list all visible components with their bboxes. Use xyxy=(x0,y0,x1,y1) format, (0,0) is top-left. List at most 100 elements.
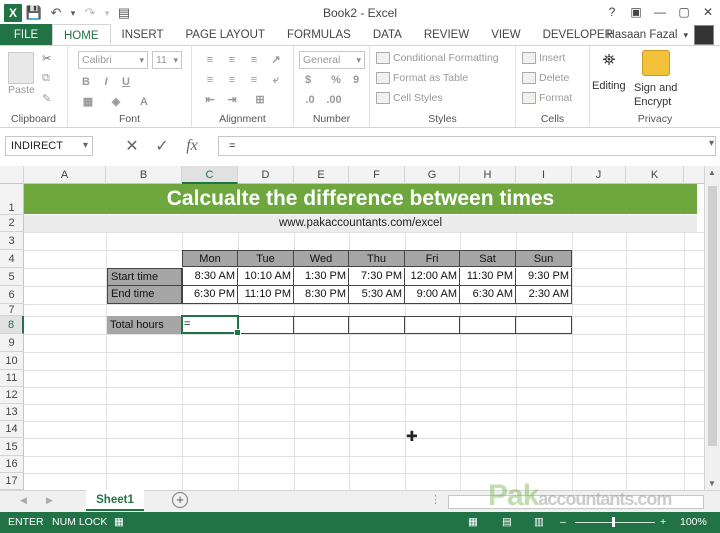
font-size-combo[interactable]: 11 xyxy=(152,51,182,69)
start-time-sat[interactable]: 11:30 PM xyxy=(460,268,516,286)
fill-color-icon[interactable]: ◈ xyxy=(108,94,124,110)
row-header-1[interactable]: 1 xyxy=(0,184,24,215)
bottom-align-icon[interactable]: ≡ xyxy=(246,52,262,68)
bold-button[interactable]: B xyxy=(78,74,94,90)
insert-button[interactable]: Insert xyxy=(522,52,565,64)
increase-decimal-icon[interactable]: .0 xyxy=(302,92,318,108)
tab-file[interactable]: FILE xyxy=(0,24,52,46)
day-header-fri[interactable]: Fri xyxy=(405,250,460,267)
format-as-table-button[interactable]: Format as Table xyxy=(376,72,468,84)
number-format-combo[interactable]: General xyxy=(299,51,365,69)
conditional-formatting-button[interactable]: Conditional Formatting xyxy=(376,52,499,64)
minimize-button[interactable]: — xyxy=(648,2,672,22)
end-time-fri[interactable]: 9:00 AM xyxy=(405,286,460,304)
end-time-thu[interactable]: 5:30 AM xyxy=(349,286,405,304)
total-hours-wed[interactable] xyxy=(294,316,349,334)
user-account[interactable]: Hasaan Fazal ▾ xyxy=(607,24,714,46)
row-header-8[interactable]: 8 xyxy=(0,316,24,334)
row-header-17[interactable]: 17 xyxy=(0,473,24,490)
sign-and-label[interactable]: Sign and xyxy=(634,82,677,94)
zoom-in-icon[interactable]: + xyxy=(660,516,666,528)
column-header-d[interactable]: D xyxy=(238,166,294,184)
middle-align-icon[interactable]: ≡ xyxy=(224,52,240,68)
end-time-tue[interactable]: 11:10 PM xyxy=(238,286,294,304)
row-header-14[interactable]: 14 xyxy=(0,421,24,438)
formula-input[interactable]: = xyxy=(218,136,716,156)
page-layout-view-icon[interactable]: ▤ xyxy=(502,516,512,528)
decrease-decimal-icon[interactable]: .00 xyxy=(326,92,342,108)
tab-home[interactable]: HOME xyxy=(52,24,111,46)
website-cell[interactable]: www.pakaccountants.com/excel xyxy=(24,215,697,232)
row-header-3[interactable]: 3 xyxy=(0,232,24,250)
scroll-up-icon[interactable]: ▲ xyxy=(708,168,716,177)
column-header-e[interactable]: E xyxy=(294,166,349,184)
total-hours-sun[interactable] xyxy=(516,316,572,334)
normal-view-icon[interactable]: ▦ xyxy=(468,516,478,528)
currency-button[interactable]: $ xyxy=(300,72,316,88)
decrease-indent-icon[interactable]: ⇤ xyxy=(202,92,218,108)
tab-view[interactable]: VIEW xyxy=(480,24,531,46)
cut-icon[interactable]: ✂ xyxy=(42,52,51,65)
column-header-i[interactable]: I xyxy=(516,166,572,184)
column-header-f[interactable]: F xyxy=(349,166,405,184)
align-left-icon[interactable]: ≡ xyxy=(202,72,218,88)
macro-record-icon[interactable]: ▦ xyxy=(114,516,124,528)
start-time-tue[interactable]: 10:10 AM xyxy=(238,268,294,286)
comma-button[interactable]: 9 xyxy=(348,72,364,88)
end-time-sat[interactable]: 6:30 AM xyxy=(460,286,516,304)
new-sheet-icon[interactable]: + xyxy=(172,492,188,508)
increase-indent-icon[interactable]: ⇥ xyxy=(224,92,240,108)
total-hours-thu[interactable] xyxy=(349,316,405,334)
copy-icon[interactable]: ⧉ xyxy=(42,72,50,85)
zoom-out-icon[interactable]: – xyxy=(560,516,566,528)
row-header-5[interactable]: 5 xyxy=(0,268,24,286)
row-header-12[interactable]: 12 xyxy=(0,387,24,404)
wrap-text-icon[interactable]: ⤶ xyxy=(268,72,284,88)
row-header-11[interactable]: 11 xyxy=(0,370,24,387)
end-time-mon[interactable]: 6:30 PM xyxy=(182,286,238,304)
row-header-6[interactable]: 6 xyxy=(0,286,24,304)
row-header-15[interactable]: 15 xyxy=(0,438,24,456)
vertical-scrollbar[interactable]: ▲ ▼ xyxy=(704,166,720,490)
tab-formulas[interactable]: FORMULAS xyxy=(276,24,362,46)
font-color-icon[interactable]: A xyxy=(136,94,152,110)
start-time-fri[interactable]: 12:00 AM xyxy=(405,268,460,286)
enter-icon[interactable]: ✓ xyxy=(150,136,174,156)
end-time-sun[interactable]: 2:30 AM xyxy=(516,286,572,304)
day-header-sat[interactable]: Sat xyxy=(460,250,516,267)
scroll-down-icon[interactable]: ▼ xyxy=(708,479,716,488)
format-button[interactable]: Format xyxy=(522,92,572,104)
top-align-icon[interactable]: ≡ xyxy=(202,52,218,68)
day-header-tue[interactable]: Tue xyxy=(238,250,294,267)
row-header-13[interactable]: 13 xyxy=(0,404,24,421)
row-header-16[interactable]: 16 xyxy=(0,456,24,473)
worksheet-grid[interactable]: A B C D E F G H I J K 1 2 3 4 5 6 7 8 9 … xyxy=(0,166,704,490)
column-header-b[interactable]: B xyxy=(106,166,182,184)
row-header-4[interactable]: 4 xyxy=(0,250,24,268)
tab-insert[interactable]: INSERT xyxy=(111,24,175,46)
row-header-9[interactable]: 9 xyxy=(0,334,24,352)
cell-styles-button[interactable]: Cell Styles xyxy=(376,92,443,104)
close-button[interactable]: ✕ xyxy=(696,2,720,22)
row-header-7[interactable]: 7 xyxy=(0,304,24,316)
start-time-sun[interactable]: 9:30 PM xyxy=(516,268,572,286)
orientation-icon[interactable]: ↗ xyxy=(268,52,284,68)
page-break-view-icon[interactable]: ▥ xyxy=(534,516,544,528)
column-header-g[interactable]: G xyxy=(405,166,460,184)
select-all-corner[interactable] xyxy=(0,166,24,184)
tab-split-icon[interactable]: ⋮ xyxy=(430,493,441,506)
start-time-wed[interactable]: 1:30 PM xyxy=(294,268,349,286)
active-cell-c8[interactable]: = xyxy=(181,315,241,336)
sign-encrypt-icon[interactable] xyxy=(642,50,670,76)
paste-icon[interactable] xyxy=(8,52,34,84)
total-hours-sat[interactable] xyxy=(460,316,516,334)
prev-sheet-icon[interactable]: ◀ xyxy=(20,495,27,506)
percent-button[interactable]: % xyxy=(328,72,344,88)
help-button[interactable]: ? xyxy=(600,2,624,22)
borders-icon[interactable]: ▦ xyxy=(80,94,96,110)
tab-page-layout[interactable]: PAGE LAYOUT xyxy=(174,24,275,46)
next-sheet-icon[interactable]: ▶ xyxy=(46,495,53,506)
column-header-j[interactable]: J xyxy=(572,166,626,184)
name-box[interactable]: INDIRECT xyxy=(5,136,93,156)
cancel-icon[interactable]: ✕ xyxy=(120,136,144,156)
